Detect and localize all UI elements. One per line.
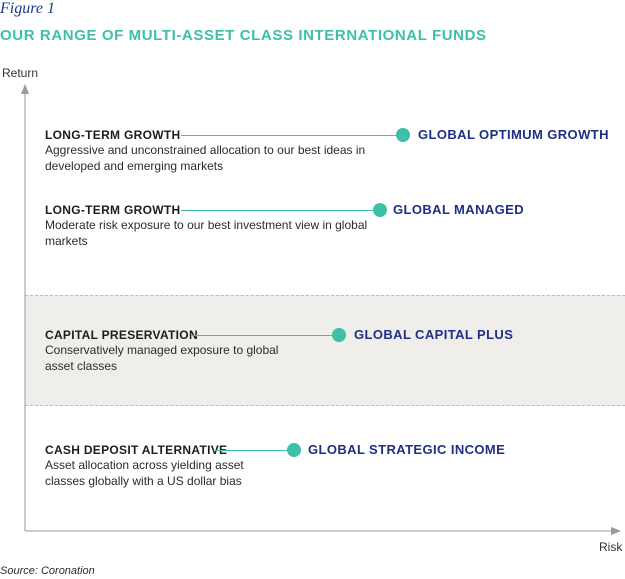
category-description: Aggressive and unconstrained allocation … [45,143,366,173]
y-axis-arrow [21,84,29,94]
fund-marker [396,128,410,142]
connector-line [181,210,376,211]
category-title: CASH DEPOSIT ALTERNATIVE [45,443,228,457]
category-title: LONG-TERM GROWTH [45,128,181,142]
connector-line [181,135,399,136]
connector-line [191,335,334,336]
category-description: Conservatively managed exposure to globa… [45,343,279,373]
category-description: Moderate risk exposure to our best inves… [45,218,368,248]
fund-marker [287,443,301,457]
fund-name: GLOBAL STRATEGIC INCOME [308,442,506,457]
axes-svg [21,84,621,535]
fund-name: GLOBAL OPTIMUM GROWTH [418,127,609,142]
connector-line [215,450,290,451]
category-title: CAPITAL PRESERVATION [45,328,198,342]
source-note: Source: Coronation [0,565,95,577]
fund-name: GLOBAL MANAGED [393,202,525,217]
category-title: LONG-TERM GROWTH [45,203,181,217]
fund-marker [373,203,387,217]
fund-name: GLOBAL CAPITAL PLUS [354,327,514,342]
fund-marker [332,328,346,342]
x-axis-arrow [611,527,621,535]
category-description: Asset allocation across yielding asset c… [45,458,244,488]
